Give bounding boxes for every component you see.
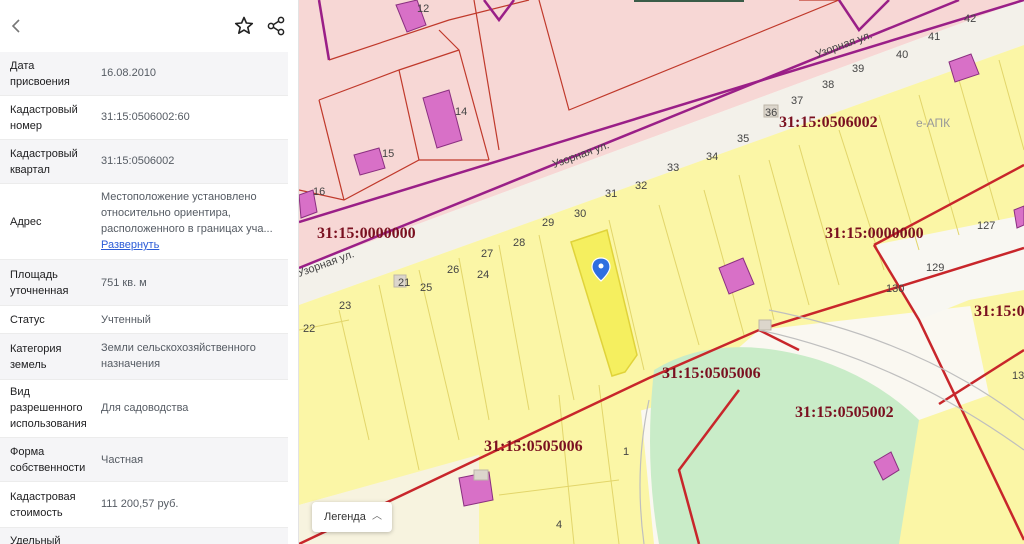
- row-label: Адрес: [10, 216, 42, 228]
- address-text: Местоположение установлено относительно …: [101, 191, 273, 235]
- parcel-number: 4: [556, 519, 562, 531]
- row-area: Площадь уточненная 751 кв. м: [0, 260, 288, 306]
- quarter-label: 31:15:0000000: [825, 225, 924, 242]
- parcel-number: 129: [926, 262, 944, 274]
- parcel-number: 130: [886, 283, 904, 295]
- chevron-left-icon: [11, 19, 20, 33]
- row-label: Кадастровая стоимость: [10, 491, 76, 519]
- parcel-number: 35: [737, 133, 749, 145]
- parcel-number: 34: [706, 151, 718, 163]
- quarter-label: 31:15:0505006: [484, 438, 583, 455]
- parcel-number: 16: [313, 186, 325, 198]
- row-label: Кадастровый номер: [10, 104, 78, 132]
- parcel-number: 127: [977, 220, 995, 232]
- quarter-label: 31:15:0000000: [317, 225, 416, 242]
- parcel-number: 41: [928, 31, 940, 43]
- org-label: е-АПК: [916, 116, 950, 130]
- row-value: Местоположение установлено относительно …: [101, 189, 279, 253]
- parcel-number: 24: [477, 269, 489, 281]
- row-cadastral-value: Кадастровая стоимость 111 200,57 руб.: [0, 482, 288, 528]
- expand-link[interactable]: Развернуть: [101, 237, 279, 253]
- parcel-number: 1: [623, 446, 629, 458]
- row-label: Кадастровый квартал: [10, 148, 78, 176]
- share-icon: [267, 16, 285, 36]
- parcel-number: 26: [447, 264, 459, 276]
- quarter-label: 31:15:0506002: [779, 114, 878, 131]
- parcel-number: 42: [964, 13, 976, 25]
- row-label: Форма собственности: [10, 446, 86, 474]
- row-value: Земли сельскохозяйственного назначения: [101, 342, 256, 370]
- row-value: 751 кв. м: [101, 277, 147, 289]
- parcel-number: 38: [822, 79, 834, 91]
- row-value: Частная: [101, 454, 144, 466]
- star-icon: [234, 16, 254, 34]
- row-address: Адрес Местоположение установлено относит…: [0, 184, 288, 260]
- parcel-number: 28: [513, 237, 525, 249]
- back-button[interactable]: [6, 14, 28, 38]
- parcel-number: 31: [605, 188, 617, 200]
- parcel-number: 13: [1012, 370, 1024, 382]
- row-value: 111 200,57 руб.: [101, 498, 179, 510]
- parcel-number: 39: [852, 63, 864, 75]
- row-assign-date: Дата присвоения 16.08.2010: [0, 52, 288, 96]
- top-marker: [634, 0, 744, 2]
- parcel-number: 27: [481, 248, 493, 260]
- parcel-number: 33: [667, 162, 679, 174]
- row-label: Площадь уточненная: [10, 269, 69, 297]
- quarter-label: 31:15:050: [974, 303, 1024, 320]
- quarter-label: 31:15:0505006: [662, 365, 761, 382]
- row-label: Дата присвоения: [10, 60, 70, 88]
- parcel-number: 29: [542, 217, 554, 229]
- row-ownership: Форма собственности Частная: [0, 438, 288, 482]
- row-permitted-use: Вид разрешенного использования Для садов…: [0, 380, 288, 438]
- row-value: 31:15:0506002:60: [101, 111, 190, 123]
- row-value: Для садоводства: [101, 402, 189, 414]
- row-cadastral-number: Кадастровый номер 31:15:0506002:60: [0, 96, 288, 140]
- parcel-number: 23: [339, 300, 351, 312]
- chevron-up-icon: ︿: [372, 511, 382, 522]
- share-button[interactable]: [264, 14, 288, 38]
- quarter-label: 31:15:0505002: [795, 404, 894, 421]
- panel-header: [0, 0, 298, 52]
- legend-label: Легенда: [324, 511, 366, 523]
- row-label: Статус: [10, 314, 45, 326]
- parcel-number: 14: [455, 106, 467, 118]
- parcel-number: 30: [574, 208, 586, 220]
- legend-button[interactable]: Легенда ︿: [312, 502, 392, 532]
- row-value: 31:15:0506002: [101, 155, 175, 167]
- row-land-category: Категория земель Земли сельскохозяйствен…: [0, 334, 288, 380]
- parcel-number: 15: [382, 148, 394, 160]
- cadastral-map[interactable]: Узорная ул. Узорная ул. Узорная ул. е-АП…: [299, 0, 1024, 544]
- parcel-number: 32: [635, 180, 647, 192]
- row-label: Категория земель: [10, 343, 62, 371]
- map-canvas[interactable]: Узорная ул. Узорная ул. Узорная ул. е-АП…: [299, 0, 1024, 544]
- parcel-number: 36: [765, 107, 777, 119]
- right-parcels: [899, 290, 1024, 544]
- row-value: Учтенный: [101, 314, 151, 326]
- favorite-button[interactable]: [232, 14, 256, 38]
- parcel-number: 21: [398, 277, 410, 289]
- parcel-number: 12: [417, 3, 429, 15]
- row-value: 16.08.2010: [101, 67, 157, 79]
- info-panel: Дата присвоения 16.08.2010 Кадастровый н…: [0, 0, 299, 544]
- parcel-number: 37: [791, 95, 803, 107]
- parcel-number: 25: [420, 282, 432, 294]
- parcel-number: 22: [303, 323, 315, 335]
- row-label: Вид разрешенного использования: [10, 386, 87, 430]
- row-status: Статус Учтенный: [0, 306, 288, 334]
- row-label: Удельный: [10, 535, 61, 544]
- row-cadastral-quarter: Кадастровый квартал 31:15:0506002: [0, 140, 288, 184]
- parcel-number: 40: [896, 49, 908, 61]
- row-specific-value: Удельный: [0, 528, 288, 544]
